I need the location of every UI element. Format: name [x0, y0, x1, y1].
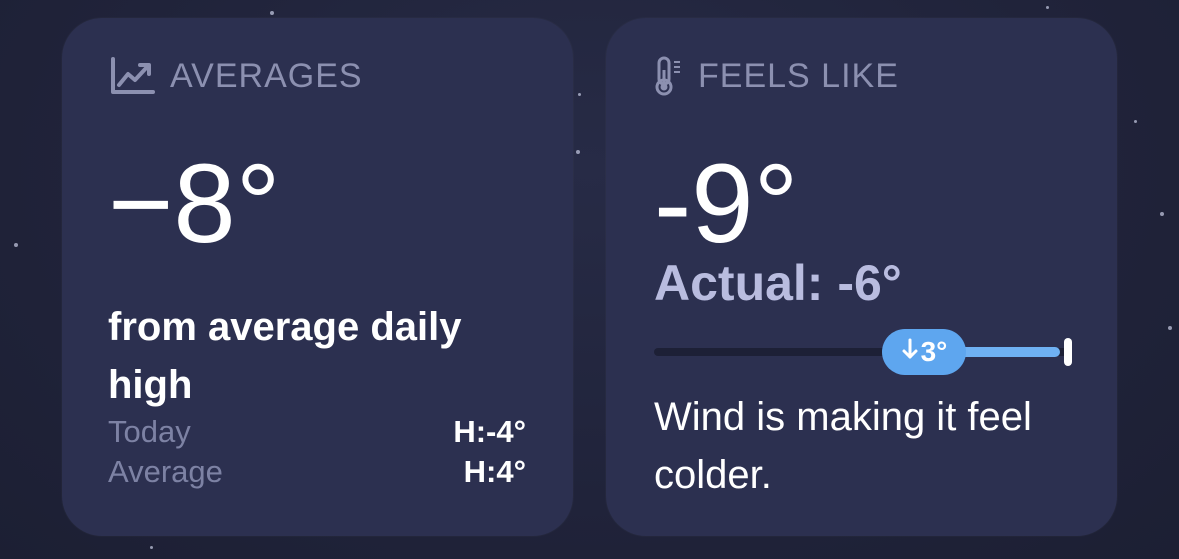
today-high-value: H:-4°: [453, 414, 526, 449]
actual-temperature-marker: [1064, 338, 1072, 366]
actual-temperature: Actual: -6°: [654, 255, 902, 311]
star: [1168, 326, 1172, 330]
star: [14, 243, 18, 247]
star: [576, 150, 580, 154]
average-label: Average: [108, 454, 223, 489]
averages-title: AVERAGES: [170, 56, 363, 95]
average-difference-value: −8°: [108, 141, 281, 266]
today-label: Today: [108, 414, 191, 449]
star: [270, 11, 274, 15]
star: [1134, 120, 1137, 123]
averages-header: AVERAGES: [110, 56, 363, 96]
feels-like-value: -9°: [654, 141, 799, 266]
average-high-value: H:4°: [463, 454, 526, 489]
feels-like-card[interactable]: FEELS LIKE -9° Actual: -6° 3° Wind is ma…: [606, 18, 1117, 536]
feels-like-difference-badge: 3°: [882, 329, 966, 375]
average-row: Average H:4°: [108, 454, 526, 490]
difference-value: 3°: [920, 336, 948, 367]
average-description: from average daily high: [108, 305, 462, 407]
arrow-down-icon: [901, 336, 919, 368]
star: [150, 546, 153, 549]
feels-like-header: FEELS LIKE: [654, 56, 899, 96]
averages-card[interactable]: AVERAGES −8° from average daily high Tod…: [62, 18, 573, 536]
today-row: Today H:-4°: [108, 414, 526, 450]
feels-like-title: FEELS LIKE: [698, 56, 899, 95]
chart-line-icon: [110, 56, 156, 96]
star: [578, 93, 581, 96]
star: [1160, 212, 1164, 216]
feels-like-description: Wind is making it feel colder.: [654, 395, 1032, 497]
star: [1046, 6, 1049, 9]
thermometer-icon: [654, 56, 684, 96]
